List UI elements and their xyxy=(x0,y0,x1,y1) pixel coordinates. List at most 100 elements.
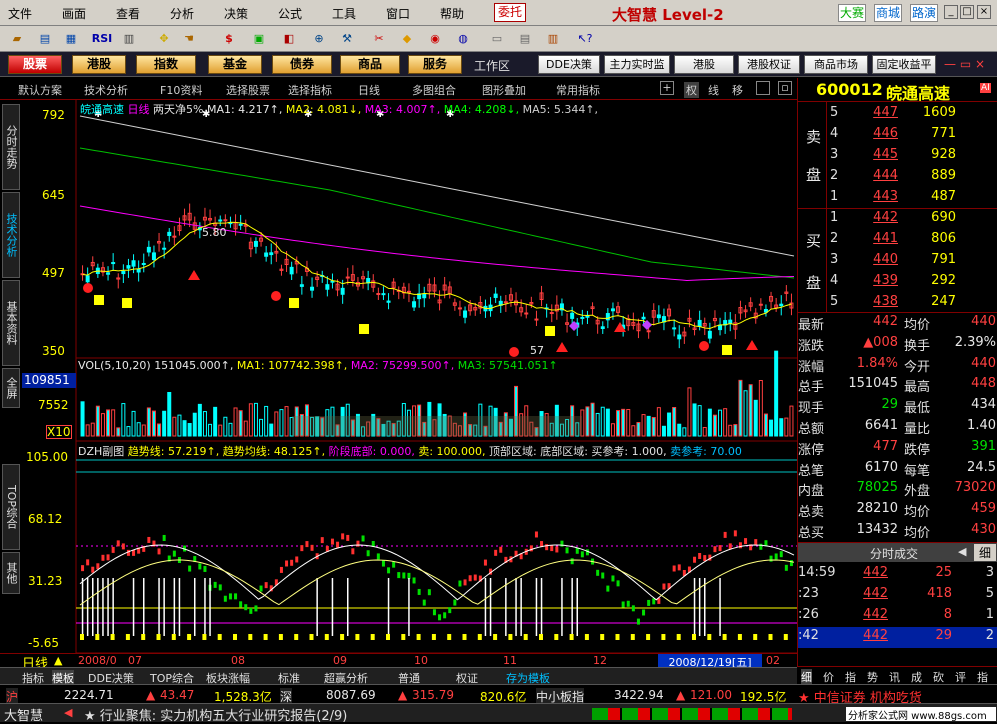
tab-commodity-market[interactable]: 商品市场 xyxy=(804,55,868,74)
qtab-ind2[interactable]: 指 xyxy=(977,669,988,685)
tab-dde[interactable]: DDE决策 xyxy=(538,55,600,74)
window-controls-icon[interactable]: — ▭ × xyxy=(944,57,985,71)
move-icon[interactable]: ✥ xyxy=(155,30,173,47)
ticks-detail-button[interactable]: 细 xyxy=(974,544,996,561)
globe-icon[interactable]: ◍ xyxy=(454,30,472,47)
tab-fundamentals[interactable]: 基本资料 xyxy=(2,280,20,366)
books-icon[interactable]: ▥ xyxy=(544,30,562,47)
roadshow-button[interactable]: 路演 xyxy=(910,4,938,22)
quote-panel: 600012 皖通高速 AI 5 447 1609 4 446 771 3 445 928 2 44… xyxy=(797,78,997,666)
technical-analysis[interactable]: 技术分析 xyxy=(84,82,128,98)
menu-analysis[interactable]: 分析 xyxy=(170,5,194,22)
rights-toggle[interactable]: 权 xyxy=(684,82,699,98)
dz-bar xyxy=(626,600,630,607)
dz-bar xyxy=(453,599,457,606)
menu-formula[interactable]: 公式 xyxy=(278,5,302,22)
window-icon[interactable] xyxy=(756,81,770,95)
nav-bond[interactable]: 债券 xyxy=(272,55,332,74)
tab-monitor[interactable]: 主力实时监 xyxy=(604,55,670,74)
chart-area[interactable]: ✱ ✱ ✱ ✱ ✱ 皖通高速 日线 两天净5% MA1: 4.217↑, MA2: 4.… xyxy=(22,100,797,653)
close-icon[interactable]: × xyxy=(977,5,991,19)
crosshair-icon[interactable]: + xyxy=(660,81,674,95)
tab-hk[interactable]: 港股 xyxy=(674,55,734,74)
cut-icon[interactable]: ✂ xyxy=(370,30,388,47)
nav-stocks[interactable]: 股票 xyxy=(8,55,62,74)
filter-icon[interactable]: ▣ xyxy=(250,30,268,47)
news-ticker[interactable]: ★ 行业聚焦: 实力机构五大行业研究报告(2/9) xyxy=(84,705,347,724)
tab-fullscreen[interactable]: 全屏 xyxy=(2,368,20,408)
tab-technical[interactable]: 技术分析 xyxy=(2,192,20,278)
tab-top[interactable]: TOP综合 xyxy=(2,464,20,550)
signal-square xyxy=(545,326,555,336)
dz-bar xyxy=(172,550,176,557)
menu-file[interactable]: 文件 xyxy=(8,5,32,22)
qtab-price[interactable]: 价 xyxy=(823,669,834,685)
common-indicators[interactable]: 常用指标 xyxy=(556,82,600,98)
entrust-button[interactable]: 委托 xyxy=(494,3,526,22)
notes-icon[interactable]: ▤ xyxy=(516,30,534,47)
multi-chart[interactable]: 多图组合 xyxy=(412,82,456,98)
compare-icon[interactable]: ◧ xyxy=(280,30,298,47)
overlay[interactable]: 图形叠加 xyxy=(482,82,526,98)
folder-icon[interactable]: ▰ xyxy=(8,30,26,47)
select-stock[interactable]: 选择股票 xyxy=(226,82,270,98)
tab-hk-warrant[interactable]: 港股权证 xyxy=(738,55,800,74)
nav-hk[interactable]: 港股 xyxy=(72,55,126,74)
high-label: 5.80 xyxy=(202,226,227,239)
volume-bar xyxy=(646,415,651,437)
hand-icon[interactable]: ☚ xyxy=(180,30,198,47)
price-candle xyxy=(412,301,417,308)
tool-icon[interactable]: ⚒ xyxy=(338,30,356,47)
tab-other[interactable]: 其他 xyxy=(2,552,20,594)
prev-news-icon[interactable]: ◀ xyxy=(64,706,72,719)
clipboard-icon[interactable]: ▭ xyxy=(488,30,506,47)
kline-chart[interactable]: ✱ ✱ ✱ ✱ ✱ xyxy=(22,100,797,653)
ticks-left-icon[interactable]: ◀ xyxy=(958,545,966,558)
contest-button[interactable]: 大赛 xyxy=(838,4,866,22)
tab-timeline[interactable]: 分时走势 xyxy=(2,104,20,190)
qtab-news[interactable]: 讯 xyxy=(889,669,900,685)
menu-decision[interactable]: 决策 xyxy=(224,5,248,22)
select-indicator[interactable]: 选择指标 xyxy=(288,82,332,98)
menu-screen[interactable]: 画面 xyxy=(62,5,86,22)
binoculars-icon[interactable]: ⊕ xyxy=(310,30,328,47)
price-candle xyxy=(269,252,274,256)
help-arrow-icon[interactable]: ↖? xyxy=(576,30,594,47)
menu-tools[interactable]: 工具 xyxy=(332,5,356,22)
price-candle xyxy=(549,312,554,315)
qtab-index[interactable]: 指 xyxy=(845,669,856,685)
volume-bar xyxy=(111,409,116,437)
nav-fund[interactable]: 基金 xyxy=(208,55,262,74)
box-icon[interactable]: ▫ xyxy=(778,81,792,95)
grid-icon[interactable]: ▦ xyxy=(62,30,80,47)
vol-title: VOL(5,10,20) xyxy=(78,359,151,372)
nav-index[interactable]: 指数 xyxy=(136,55,196,74)
chart-icon[interactable]: ▤ xyxy=(36,30,54,47)
dollar-icon[interactable]: $ xyxy=(220,30,238,47)
dz-bottom-mark xyxy=(646,634,651,640)
tab-fixed-income[interactable]: 固定收益平 xyxy=(872,55,936,74)
table-icon[interactable]: ▥ xyxy=(120,30,138,47)
volume-bar xyxy=(661,425,666,437)
f10-info[interactable]: F10资料 xyxy=(160,82,202,98)
qtab-deal[interactable]: 成 xyxy=(911,669,922,685)
qtab-review[interactable]: 评 xyxy=(955,669,966,685)
daily-line[interactable]: 日线 xyxy=(358,82,380,98)
disk-icon[interactable]: ◉ xyxy=(426,30,444,47)
default-scheme[interactable]: 默认方案 xyxy=(18,82,62,98)
nav-service[interactable]: 服务 xyxy=(408,55,462,74)
minimize-icon[interactable]: _ xyxy=(944,5,958,19)
maximize-icon[interactable]: □ xyxy=(960,5,974,19)
qtab-detail[interactable]: 细 xyxy=(801,669,812,685)
mall-button[interactable]: 商城 xyxy=(874,4,902,22)
menu-window[interactable]: 窗口 xyxy=(386,5,410,22)
nav-commodity[interactable]: 商品 xyxy=(340,55,400,74)
menu-view[interactable]: 查看 xyxy=(116,5,140,22)
move-toggle[interactable]: 移 xyxy=(732,82,743,98)
line-toggle[interactable]: 线 xyxy=(708,82,719,98)
rsi-icon[interactable]: RSI xyxy=(90,30,114,47)
qtab-trend[interactable]: 势 xyxy=(867,669,878,685)
menu-help[interactable]: 帮助 xyxy=(440,5,464,22)
qtab-cut[interactable]: 砍 xyxy=(933,669,944,685)
diamond-icon[interactable]: ◆ xyxy=(398,30,416,47)
